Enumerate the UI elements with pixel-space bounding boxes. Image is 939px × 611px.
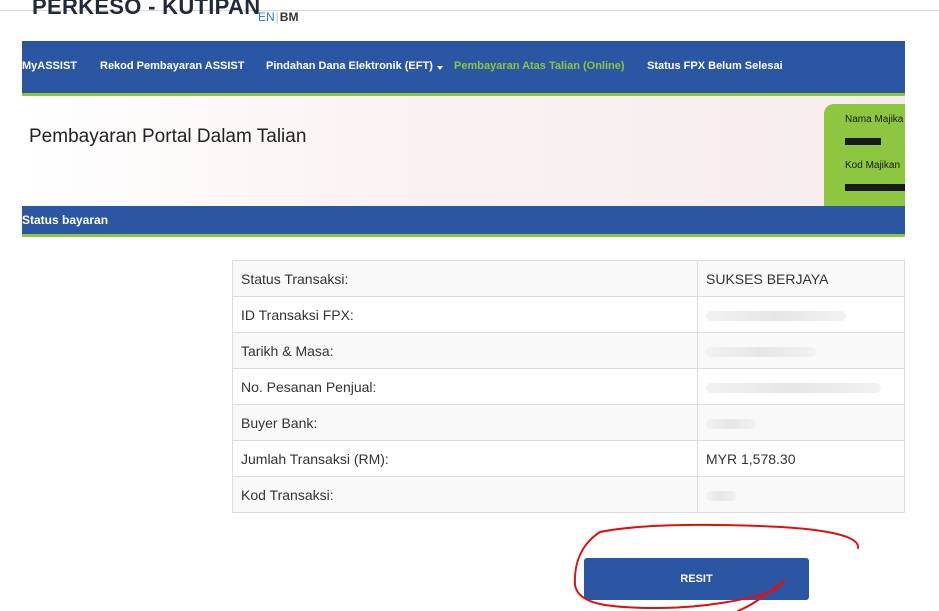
nav-item-pembayaran-online[interactable]: Pembayaran Atas Talian (Online) xyxy=(454,60,625,72)
status-section-header: Status bayaran xyxy=(22,206,905,237)
redacted-value xyxy=(706,418,756,429)
table-row: No. Pesanan Penjual: xyxy=(232,368,905,405)
table-row: Status Transaksi: SUKSES BERJAYA xyxy=(232,260,905,297)
employer-code-label: Kod Majikan xyxy=(845,160,901,171)
status-transaksi-label: Status Transaksi: xyxy=(232,260,698,297)
redacted-value xyxy=(706,382,881,393)
jumlah-transaksi-value: MYR 1,578.30 xyxy=(697,440,905,477)
employer-name-label: Nama Majika xyxy=(845,114,904,125)
nav-item-myassist[interactable]: MyASSIST xyxy=(22,60,77,72)
jumlah-transaksi-label: Jumlah Transaksi (RM): xyxy=(232,440,698,477)
redacted-value xyxy=(706,346,816,357)
redacted-value xyxy=(706,490,736,501)
chevron-down-icon[interactable] xyxy=(435,60,445,72)
fpx-id-label: ID Transaksi FPX: xyxy=(232,296,698,333)
nav-item-rekod-pembayaran[interactable]: Rekod Pembayaran ASSIST xyxy=(100,60,244,72)
nav-item-status-fpx[interactable]: Status FPX Belum Selesai xyxy=(647,60,783,72)
buyer-bank-value xyxy=(697,404,905,441)
status-section-title: Status bayaran xyxy=(22,213,109,227)
no-pesanan-value xyxy=(697,368,905,405)
employer-info-panel: Nama Majika Kod Majikan xyxy=(824,104,905,206)
language-switcher: EN|BM xyxy=(258,10,298,24)
no-pesanan-label: No. Pesanan Penjual: xyxy=(232,368,698,405)
table-row: Kod Transaksi: xyxy=(232,476,905,513)
transaction-details-table: Status Transaksi: SUKSES BERJAYA ID Tran… xyxy=(232,260,905,513)
tarikh-masa-label: Tarikh & Masa: xyxy=(232,332,698,369)
main-navbar: MyASSIST Rekod Pembayaran ASSIST Pindaha… xyxy=(22,41,905,96)
fpx-id-value xyxy=(697,296,905,333)
lang-en-link[interactable]: EN xyxy=(258,10,275,24)
kod-transaksi-value xyxy=(697,476,905,513)
resit-button[interactable]: RESIT xyxy=(584,558,809,600)
table-row: Jumlah Transaksi (RM): MYR 1,578.30 xyxy=(232,440,905,477)
employer-name-redacted xyxy=(845,138,881,145)
redacted-value xyxy=(706,310,846,321)
kod-transaksi-label: Kod Transaksi: xyxy=(232,476,698,513)
app-brand: PERKESO - KUTIPAN xyxy=(32,0,261,19)
table-row: ID Transaksi FPX: xyxy=(232,296,905,333)
table-row: Buyer Bank: xyxy=(232,404,905,441)
tarikh-masa-value xyxy=(697,332,905,369)
page-header: Pembayaran Portal Dalam Talian Nama Maji… xyxy=(22,96,905,206)
lang-separator: | xyxy=(275,10,279,24)
page-title: Pembayaran Portal Dalam Talian xyxy=(29,126,307,147)
nav-item-eft[interactable]: Pindahan Dana Elektronik (EFT) xyxy=(266,60,433,72)
buyer-bank-label: Buyer Bank: xyxy=(232,404,698,441)
status-transaksi-value: SUKSES BERJAYA xyxy=(697,260,905,297)
employer-code-redacted xyxy=(845,184,905,191)
lang-bm-link[interactable]: BM xyxy=(280,10,299,24)
table-row: Tarikh & Masa: xyxy=(232,332,905,369)
